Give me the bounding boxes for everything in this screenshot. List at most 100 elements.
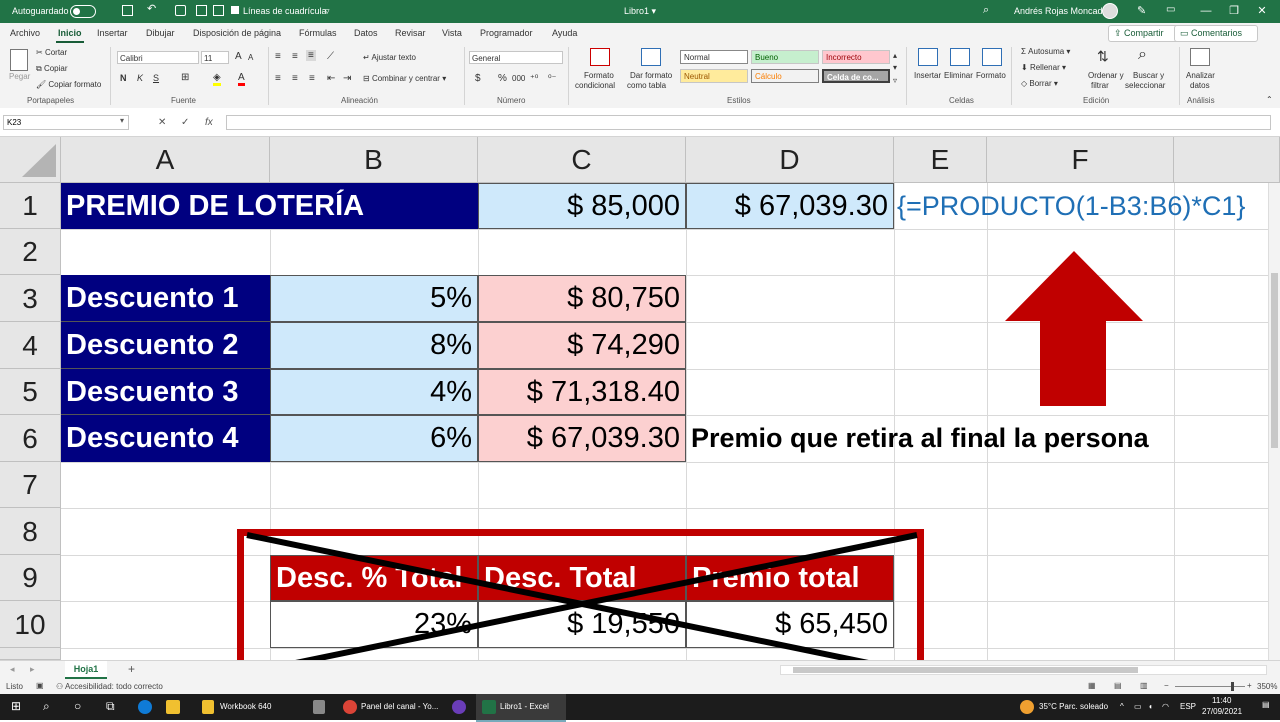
collapse-ribbon-icon[interactable]: ⌃ — [1266, 95, 1273, 104]
borders-icon[interactable] — [213, 5, 224, 16]
orientation-icon[interactable]: ⟋ — [327, 51, 334, 62]
cell-c3[interactable]: $ 80,750 — [478, 275, 686, 322]
cell-c1[interactable]: $ 85,000 — [478, 183, 686, 229]
tab-programador[interactable]: Programador — [480, 28, 533, 38]
zoom-out-icon[interactable]: − — [1164, 681, 1169, 690]
weather-text[interactable]: 35°C Parc. soleado — [1039, 702, 1108, 711]
vertical-scrollbar[interactable] — [1268, 183, 1280, 660]
print-preview-icon[interactable] — [196, 5, 207, 16]
cancel-icon[interactable]: ✕ — [158, 117, 166, 128]
page-break-icon[interactable]: ▥ — [1140, 681, 1148, 690]
wrap-text-button[interactable]: ↵ Ajustar texto — [363, 53, 416, 62]
table-format-icon[interactable] — [641, 48, 661, 66]
horizontal-scrollbar[interactable] — [780, 665, 1267, 675]
zoom-in-icon[interactable]: + — [1247, 681, 1252, 690]
result-caption[interactable]: Premio que retira al final la persona — [691, 415, 1211, 462]
cell-b6[interactable]: 6% — [270, 415, 478, 462]
autosum-button[interactable]: Σ Autosuma ▾ — [1021, 47, 1070, 56]
name-box[interactable]: K23 — [3, 115, 129, 130]
find-label-1[interactable]: Buscar y — [1133, 71, 1164, 80]
macro-record-icon[interactable]: ▣ — [36, 681, 44, 690]
app-icon[interactable] — [452, 700, 466, 714]
share-button[interactable]: ⇪ Compartir — [1108, 25, 1180, 42]
format-cells-icon[interactable] — [982, 48, 1002, 66]
sort-label-2[interactable]: filtrar — [1091, 81, 1109, 90]
styles-scroll-down-icon[interactable]: ▾ — [893, 63, 897, 72]
row-header-7[interactable]: 7 — [0, 462, 61, 508]
copy-button[interactable]: ⧉ Copiar — [36, 64, 68, 74]
avatar[interactable] — [1102, 3, 1118, 19]
grow-font-icon[interactable]: A — [235, 51, 242, 62]
merge-center-button[interactable]: ⊟ Combinar y centrar ▾ — [363, 74, 446, 83]
decrease-indent-icon[interactable]: ⇤ — [327, 73, 335, 84]
increase-indent-icon[interactable]: ⇥ — [343, 73, 351, 84]
tray-up-icon[interactable]: ^ — [1120, 702, 1124, 711]
style-normal[interactable]: Normal — [680, 50, 748, 64]
taskbar-chrome[interactable]: Panel del canal - Yo... — [361, 702, 438, 711]
style-neutral[interactable]: Neutral — [680, 69, 748, 83]
search-icon[interactable]: ⌕ — [43, 699, 50, 714]
clear-button[interactable]: ◇ Borrar ▾ — [1021, 79, 1058, 88]
accessibility-status[interactable]: ⚇ Accesibilidad: todo correcto — [56, 682, 163, 691]
column-header-e[interactable]: E — [894, 137, 987, 183]
enter-icon[interactable]: ✓ — [181, 117, 189, 128]
cond-format-label-1[interactable]: Formato — [584, 71, 614, 80]
close-button[interactable]: ✕ — [1252, 3, 1272, 19]
restore-button[interactable]: ❐ — [1224, 3, 1244, 19]
row-header-2[interactable]: 2 — [0, 229, 61, 275]
table-format-label-2[interactable]: como tabla — [627, 81, 666, 90]
find-label-2[interactable]: seleccionar — [1125, 81, 1165, 90]
zoom-level[interactable]: 350% — [1257, 682, 1277, 691]
thousands-button[interactable]: 000 — [512, 74, 525, 83]
format-label[interactable]: Formato — [976, 71, 1006, 80]
document-title[interactable]: Libro1 ▾ — [624, 6, 656, 17]
row-header-5[interactable]: 5 — [0, 369, 61, 415]
customize-qat-icon[interactable]: ▿ — [325, 6, 330, 17]
font-color-icon[interactable]: A — [238, 72, 245, 86]
paste-icon[interactable] — [10, 49, 28, 71]
search-icon[interactable]: ⌕ — [983, 4, 989, 17]
cell-a3[interactable]: Descuento 1 — [61, 275, 270, 322]
cell-a4[interactable]: Descuento 2 — [61, 322, 270, 369]
cut-button[interactable]: ✂ Cortar — [36, 48, 67, 57]
scrollbar-thumb[interactable] — [1271, 273, 1278, 448]
minimize-button[interactable]: — — [1196, 3, 1216, 19]
increase-decimal-icon[interactable]: ⁺⁰ — [530, 73, 538, 84]
edge-icon[interactable] — [138, 700, 152, 714]
insert-cells-icon[interactable] — [918, 48, 938, 66]
add-sheet-button[interactable]: + — [128, 662, 135, 676]
align-top-icon[interactable]: ≡ — [275, 51, 281, 62]
borders-icon[interactable]: ⊞ — [181, 72, 189, 83]
insert-label[interactable]: Insertar — [914, 71, 941, 80]
row-header-1[interactable]: 1 — [0, 183, 61, 229]
clock-date[interactable]: 27/09/2021 — [1202, 707, 1242, 716]
analyze-data-icon[interactable] — [1190, 48, 1210, 66]
align-middle-icon[interactable]: ≡ — [292, 51, 298, 62]
page-layout-icon[interactable]: ▤ — [1114, 681, 1122, 690]
prev-sheet-icon[interactable]: ◂ — [10, 664, 15, 675]
tab-ayuda[interactable]: Ayuda — [552, 28, 577, 38]
clock-time[interactable]: 11:40 — [1212, 696, 1231, 705]
font-size-select[interactable]: 11 — [201, 51, 229, 64]
row-header-9[interactable]: 9 — [0, 555, 61, 601]
tab-vista[interactable]: Vista — [442, 28, 462, 38]
network-icon[interactable]: ▭ — [1134, 702, 1142, 711]
conditional-format-icon[interactable] — [590, 48, 610, 66]
style-calculation[interactable]: Cálculo — [751, 69, 819, 83]
tab-revisar[interactable]: Revisar — [395, 28, 426, 38]
table-format-label-1[interactable]: Dar formato — [630, 71, 672, 80]
formula-input[interactable] — [226, 115, 1271, 130]
style-bad[interactable]: Incorrecto — [822, 50, 890, 64]
comments-button[interactable]: ▭ Comentarios — [1174, 25, 1258, 42]
camera-icon[interactable] — [175, 5, 186, 16]
cell-b3[interactable]: 5% — [270, 275, 478, 322]
cell-b4[interactable]: 8% — [270, 322, 478, 369]
task-view-icon[interactable]: ⧉ — [106, 699, 115, 714]
fill-color-icon[interactable]: ◈ — [213, 72, 221, 86]
analyze-label-2[interactable]: datos — [1190, 81, 1210, 90]
delete-cells-icon[interactable] — [950, 48, 970, 66]
wifi-icon[interactable]: ◠ — [1162, 702, 1169, 711]
percent-button[interactable]: % — [498, 73, 507, 84]
select-all-corner[interactable] — [0, 137, 61, 183]
cell-d1[interactable]: $ 67,039.30 — [686, 183, 894, 229]
